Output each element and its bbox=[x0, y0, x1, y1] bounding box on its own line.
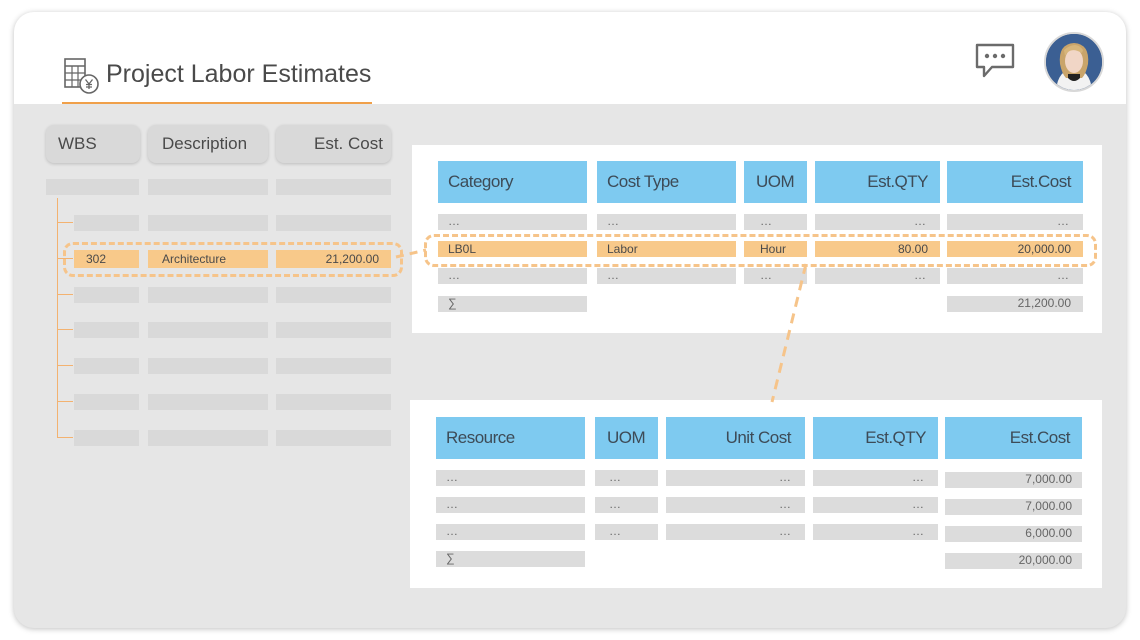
connector-line bbox=[395, 248, 808, 403]
